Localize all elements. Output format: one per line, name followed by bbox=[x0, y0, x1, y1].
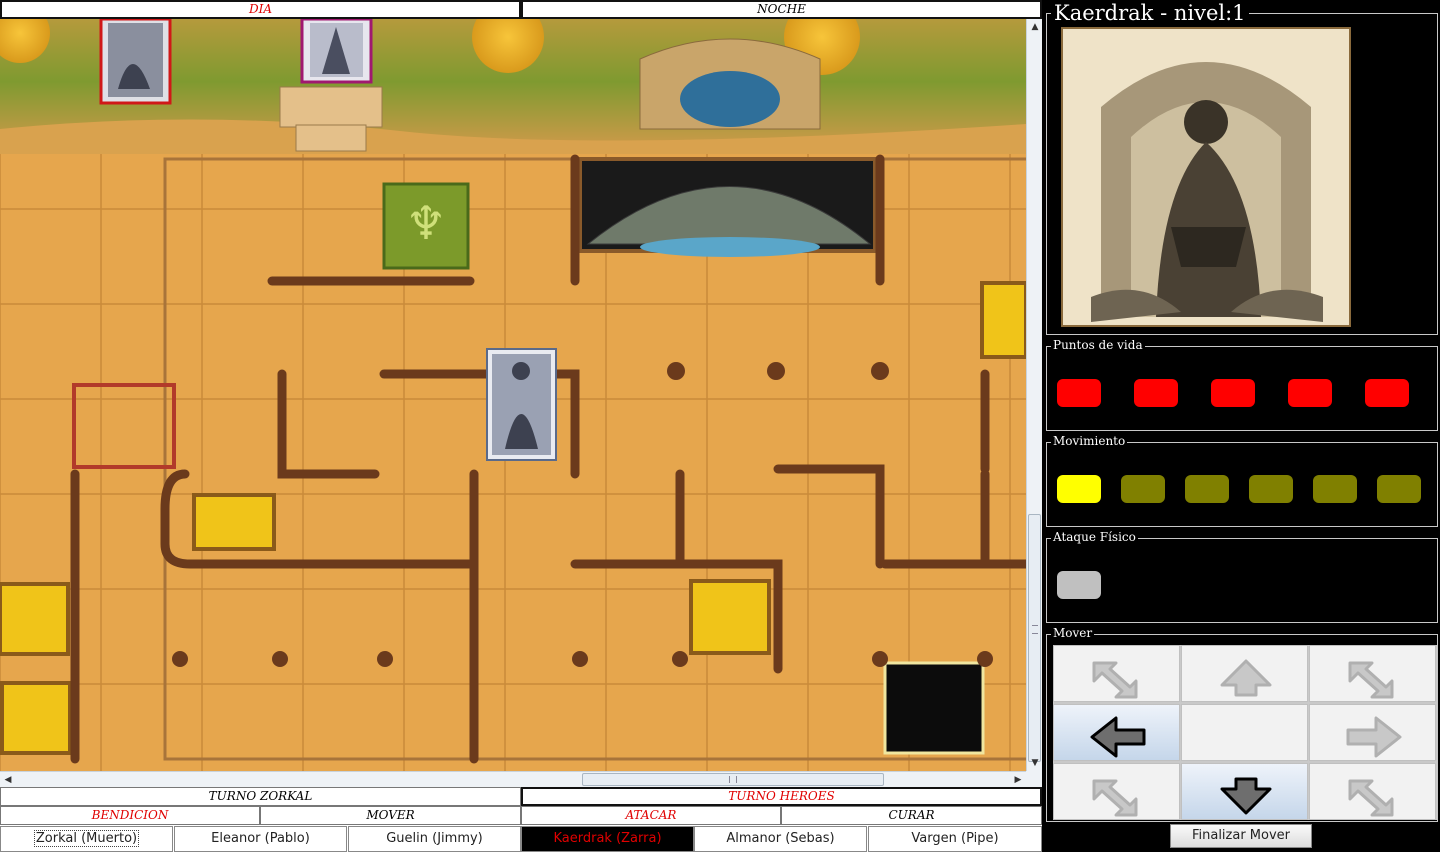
life-pip bbox=[1211, 379, 1255, 407]
scroll-up-icon[interactable]: ▲ bbox=[1027, 19, 1043, 35]
life-group: Puntos de vida bbox=[1046, 338, 1438, 431]
hero-portrait-group: Kaerdrak - nivel:1 bbox=[1046, 0, 1438, 335]
diagonal-arrow-icon bbox=[1092, 779, 1138, 817]
arrow-up-icon bbox=[1220, 659, 1272, 697]
diagonal-arrow-icon bbox=[1348, 779, 1394, 817]
arrow-right-icon bbox=[1346, 716, 1402, 758]
player-label: Vargen (Pipe) bbox=[911, 831, 999, 846]
scroll-left-icon[interactable]: ◀ bbox=[0, 772, 16, 788]
treasure-tile[interactable] bbox=[689, 579, 771, 655]
phase-night: NOCHE bbox=[521, 0, 1042, 19]
arrow-down-icon bbox=[1220, 777, 1272, 815]
player-button-guelin[interactable]: Guelin (Jimmy) bbox=[348, 826, 521, 852]
life-pip bbox=[1057, 379, 1101, 407]
scroll-corner bbox=[1026, 771, 1042, 787]
turn-heroes: TURNO HEROES bbox=[521, 787, 1042, 806]
mover-label: Mover bbox=[1051, 626, 1095, 640]
move-left-button[interactable] bbox=[1053, 704, 1180, 761]
movement-pip bbox=[1057, 475, 1101, 503]
horizontal-scrollbar[interactable]: ◀ ▶ bbox=[0, 771, 1026, 787]
movement-pip bbox=[1377, 475, 1421, 503]
move-up-button[interactable] bbox=[1181, 645, 1308, 702]
hero-token[interactable] bbox=[99, 19, 172, 105]
scroll-down-icon[interactable]: ▼ bbox=[1027, 755, 1043, 771]
life-label: Puntos de vida bbox=[1051, 338, 1145, 352]
movement-group: Movimiento bbox=[1046, 434, 1438, 527]
vertical-scrollbar[interactable]: ▲ ▼ bbox=[1026, 19, 1042, 771]
move-down-button[interactable] bbox=[1181, 763, 1308, 820]
player-button-eleanor[interactable]: Eleanor (Pablo) bbox=[174, 826, 347, 852]
treasure-tile[interactable] bbox=[0, 681, 72, 755]
move-right-button[interactable] bbox=[1309, 704, 1436, 761]
scroll-right-icon[interactable]: ▶ bbox=[1010, 772, 1026, 788]
move-down-right-button[interactable] bbox=[1309, 763, 1436, 820]
move-up-left-button[interactable] bbox=[1053, 645, 1180, 702]
hero-portrait bbox=[1061, 27, 1351, 327]
treasure-tile[interactable] bbox=[0, 582, 70, 656]
direction-pad bbox=[1053, 645, 1437, 820]
diagonal-arrow-icon bbox=[1348, 661, 1394, 699]
action-curar[interactable]: CURAR bbox=[781, 806, 1042, 825]
phase-day: DIA bbox=[0, 0, 521, 19]
hero-title: Kaerdrak - nivel:1 bbox=[1051, 0, 1249, 26]
movement-pip bbox=[1249, 475, 1293, 503]
action-atacar[interactable]: ATACAR bbox=[521, 806, 781, 825]
attack-group: Ataque Físico bbox=[1046, 530, 1438, 623]
action-mover[interactable]: MOVER bbox=[260, 806, 521, 825]
arrow-left-icon bbox=[1090, 716, 1146, 758]
treasure-tile[interactable] bbox=[192, 493, 276, 551]
player-button-almanor[interactable]: Almanor (Sebas) bbox=[694, 826, 867, 852]
life-pip bbox=[1288, 379, 1332, 407]
player-button-zorkal[interactable]: Zorkal (Muerto) bbox=[0, 826, 173, 852]
move-down-left-button[interactable] bbox=[1053, 763, 1180, 820]
life-pip bbox=[1134, 379, 1178, 407]
hero-token-kaerdrak[interactable] bbox=[486, 348, 557, 461]
vertical-scroll-thumb[interactable] bbox=[1028, 514, 1041, 762]
player-label: Kaerdrak (Zarra) bbox=[553, 831, 662, 846]
player-label: Guelin (Jimmy) bbox=[386, 831, 483, 846]
movement-pip bbox=[1313, 475, 1357, 503]
player-button-kaerdrak[interactable]: Kaerdrak (Zarra) bbox=[521, 826, 694, 852]
hero-token[interactable] bbox=[300, 19, 373, 84]
move-up-right-button[interactable] bbox=[1309, 645, 1436, 702]
treasure-tile[interactable] bbox=[980, 281, 1026, 359]
player-button-vargen[interactable]: Vargen (Pipe) bbox=[868, 826, 1042, 852]
life-pip bbox=[1365, 379, 1409, 407]
pit-tile bbox=[883, 661, 985, 755]
turn-zorkal: TURNO ZORKAL bbox=[0, 787, 521, 806]
fountain bbox=[680, 71, 780, 127]
movement-label: Movimiento bbox=[1051, 434, 1128, 448]
game-board[interactable]: ♆ bbox=[0, 19, 1026, 771]
attack-label: Ataque Físico bbox=[1051, 530, 1138, 544]
movement-pip bbox=[1185, 475, 1229, 503]
player-label: Zorkal (Muerto) bbox=[33, 830, 140, 847]
finish-move-button[interactable]: Finalizar Mover bbox=[1170, 824, 1312, 848]
board-map[interactable]: ♆ bbox=[0, 19, 1026, 771]
move-center-button bbox=[1181, 704, 1308, 761]
svg-text:♆: ♆ bbox=[405, 196, 446, 250]
mover-group: Mover bbox=[1046, 626, 1438, 822]
player-label: Eleanor (Pablo) bbox=[211, 831, 310, 846]
player-label: Almanor (Sebas) bbox=[726, 831, 835, 846]
attack-pip bbox=[1057, 571, 1101, 599]
diagonal-arrow-icon bbox=[1092, 661, 1138, 699]
action-bendicion[interactable]: BENDICION bbox=[0, 806, 260, 825]
movement-pip bbox=[1121, 475, 1165, 503]
horizontal-scroll-thumb[interactable] bbox=[582, 773, 884, 786]
hero-side-panel: Kaerdrak - nivel:1 Puntos de vida Movimi… bbox=[1042, 0, 1440, 852]
